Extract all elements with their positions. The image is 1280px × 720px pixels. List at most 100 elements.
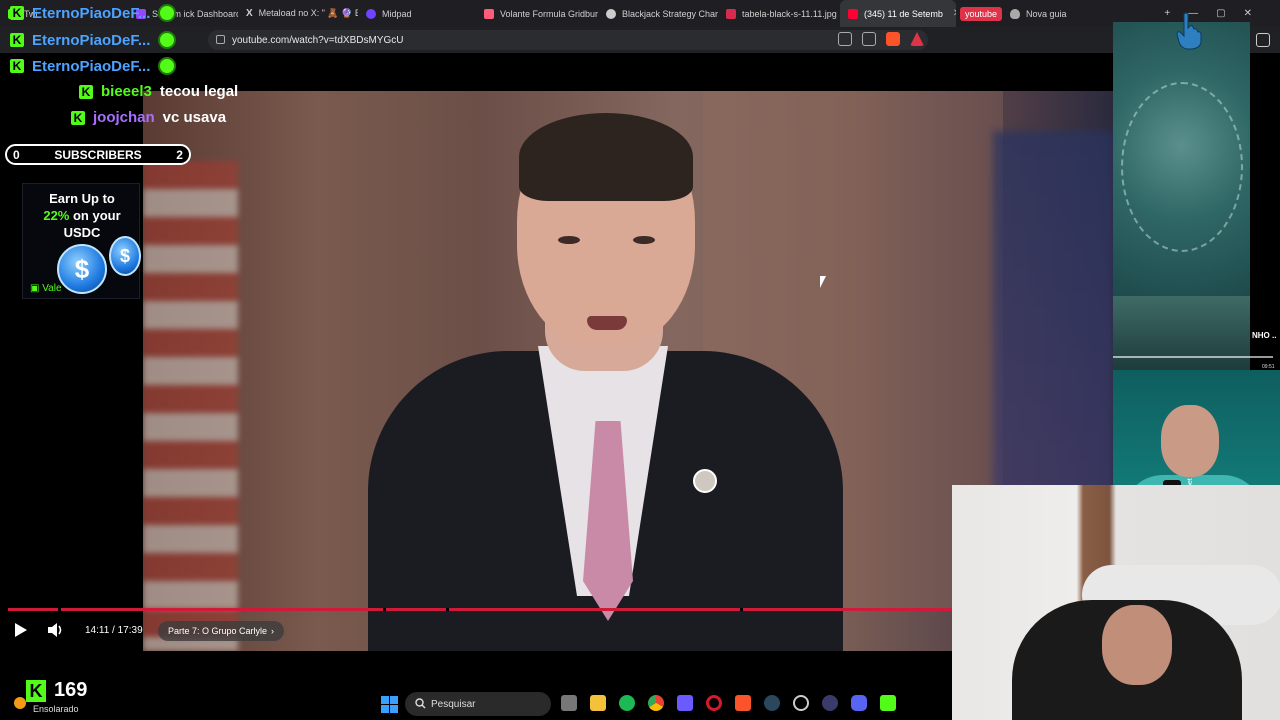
emote-icon <box>158 4 177 22</box>
kick-logo-icon: K <box>26 679 46 702</box>
midpad-icon <box>366 8 376 19</box>
taskbar-search[interactable]: Pesquisar <box>405 692 551 716</box>
mini-player-track[interactable] <box>1113 356 1273 358</box>
x-logo-icon: X <box>246 8 253 19</box>
share-icon[interactable] <box>862 32 876 46</box>
tab-3[interactable]: Midpad <box>358 0 476 27</box>
chat-message: tecou legal <box>159 83 239 100</box>
maximize-icon[interactable]: ▢ <box>1216 8 1225 19</box>
tab-label: Midpad <box>382 8 412 19</box>
usdc-coin-icon: $ <box>109 236 141 276</box>
chat-username: EternoPiaoDeF... <box>32 4 151 22</box>
tab-4[interactable]: Volante Formula Gridbur <box>476 0 598 27</box>
emote-icon <box>158 31 177 49</box>
chapter-marker <box>740 608 743 611</box>
url-field[interactable]: youtube.com/watch?v=tdXBDsMYGcU <box>208 30 928 50</box>
us-flag <box>143 161 238 651</box>
tab-8[interactable]: Nova guia <box>1002 0 1092 27</box>
tab-7[interactable]: (345) 11 de Setemb ✕ <box>840 0 956 27</box>
usdc-coin-icon: $ <box>57 244 107 294</box>
viewer-number: 169 <box>54 679 88 701</box>
discord-icon[interactable] <box>851 695 867 711</box>
viewer-count: K 169 <box>26 679 87 702</box>
usdc-ad[interactable]: Earn Up to 22% on your USDC $ $ ▣ Vale <box>22 183 141 299</box>
ad-cta[interactable]: ▣ Vale <box>30 283 62 294</box>
steam-icon[interactable] <box>764 695 780 711</box>
chevron-right-icon: › <box>271 626 275 636</box>
chat-username: EternoPiaoDeF... <box>32 57 151 75</box>
tab-label: Volante Formula Gridbur <box>500 8 598 19</box>
ad-line1: Earn Up to <box>49 191 115 206</box>
chat-message: vc usava <box>162 109 227 126</box>
cast-icon[interactable] <box>838 32 852 46</box>
new-tab-icon[interactable]: + <box>1164 8 1170 19</box>
time-display: 14:11 / 17:39 <box>85 625 143 636</box>
chapter-marker <box>58 608 61 611</box>
taskbar-apps <box>561 695 896 711</box>
kick-badge-icon: K <box>71 110 85 125</box>
close-tab-icon[interactable]: ✕ <box>953 8 956 19</box>
menu-icon[interactable] <box>1256 33 1270 47</box>
chrome-icon[interactable] <box>648 695 664 711</box>
site-info-icon[interactable] <box>216 35 225 44</box>
close-window-icon[interactable]: ✕ <box>1244 8 1252 19</box>
youtube-search-chip[interactable]: youtube <box>960 6 1003 21</box>
kick-icon[interactable] <box>880 695 896 711</box>
tab-label: (345) 11 de Setemb <box>864 8 943 19</box>
kick-badge-icon: K <box>10 33 24 47</box>
kick-badge-icon: K <box>79 84 93 99</box>
tab-6[interactable]: tabela-black-s-11.11.jpg <box>718 0 840 27</box>
subs-right: 2 <box>176 147 183 162</box>
brave-icon[interactable] <box>735 695 751 711</box>
kick-badge-icon: K <box>10 59 24 73</box>
mouse-cursor-icon <box>820 276 826 288</box>
tab-label: Blackjack Strategy Chart: <box>622 8 718 19</box>
ad-line2-text: on your <box>69 208 121 223</box>
opera-icon[interactable] <box>706 695 722 711</box>
chat-line: K EternoPiaoDeF... <box>10 57 177 75</box>
mini-player[interactable] <box>1113 296 1250 370</box>
tab-2[interactable]: X Metaload no X: " 🧸 🔮 E <box>238 0 358 27</box>
folder-icon[interactable] <box>590 695 606 711</box>
url-text: youtube.com/watch?v=tdXBDsMYGcU <box>232 34 404 46</box>
tab-5[interactable]: Blackjack Strategy Chart: <box>598 0 718 27</box>
brave-rewards-icon[interactable] <box>910 32 924 46</box>
streamer-face <box>1102 605 1172 685</box>
speaker-mouth <box>587 316 627 330</box>
speaker-eye <box>633 236 655 244</box>
tab-label: tabela-black-s-11.11.jpg <box>742 8 837 19</box>
chapter-button[interactable]: Parte 7: O Grupo Carlyle › <box>158 621 285 641</box>
arrow-circle-icon[interactable] <box>822 695 838 711</box>
weather-icon[interactable] <box>14 697 26 709</box>
subscribers-goal: 0 SUBSCRIBERS 2 <box>5 144 191 165</box>
volume-icon <box>48 623 62 637</box>
kick-badge-icon: K <box>10 6 24 20</box>
search-placeholder: Pesquisar <box>431 698 476 710</box>
file-explorer-icon[interactable] <box>561 695 577 711</box>
side-artwork <box>1113 22 1250 296</box>
webcam-feed <box>952 485 1280 720</box>
image-file-icon <box>726 8 736 19</box>
chat-username: joojchan <box>93 109 155 126</box>
brave-shield-icon[interactable] <box>886 32 900 46</box>
volume-button[interactable] <box>47 622 65 638</box>
windows-start-button[interactable] <box>381 696 398 713</box>
emote-icon <box>158 57 177 75</box>
youtube-icon <box>848 8 858 19</box>
gauge-icon[interactable] <box>793 695 809 711</box>
app-grid-icon[interactable] <box>677 695 693 711</box>
video-progress-bar[interactable] <box>8 608 952 611</box>
hand-cursor-icon <box>1176 12 1202 50</box>
address-bar-row: youtube.com/watch?v=tdXBDsMYGcU <box>0 27 1280 53</box>
ad-cta-text: Vale <box>42 283 62 294</box>
ad-percent: 22% <box>43 208 70 223</box>
chapter-marker <box>446 608 449 611</box>
chat-username: bieeel3 <box>101 83 152 100</box>
tab-label: Nova guia <box>1026 8 1067 19</box>
volante-icon <box>484 8 494 19</box>
ad-line2: 22% on your <box>23 207 141 224</box>
subs-label: SUBSCRIBERS <box>54 147 142 162</box>
blackjack-icon <box>606 8 616 19</box>
play-button[interactable] <box>14 622 28 638</box>
spotify-icon[interactable] <box>619 695 635 711</box>
